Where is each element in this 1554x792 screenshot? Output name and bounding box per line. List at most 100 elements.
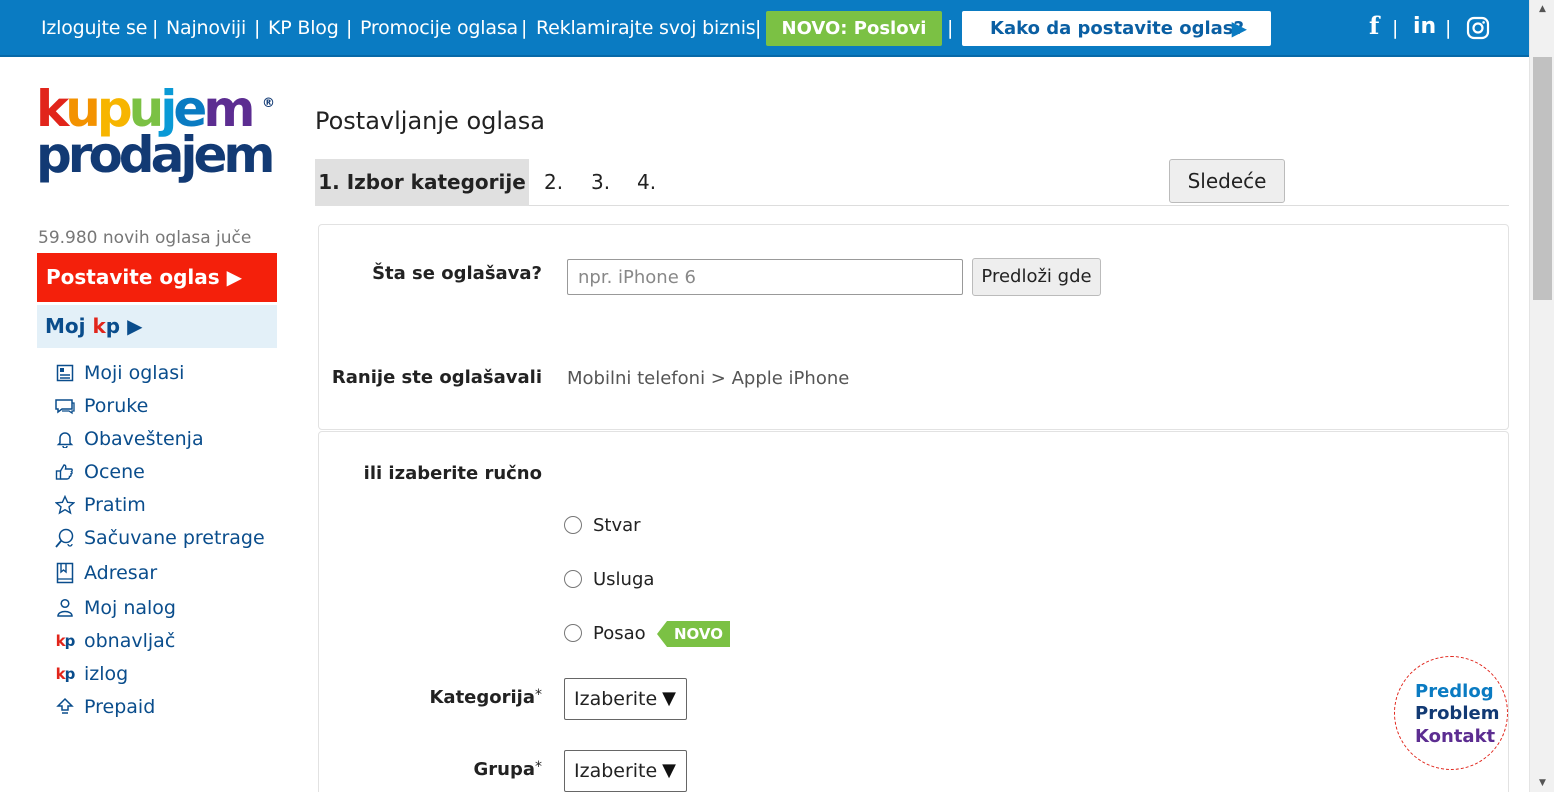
separator: | (755, 17, 762, 39)
star-icon (54, 494, 76, 516)
contact-link[interactable]: Kontakt (1415, 726, 1495, 747)
sidebar-item-label: Moji oglasi (84, 362, 185, 384)
page-scrollbar[interactable]: ▲ ▼ (1529, 0, 1554, 792)
sidebar-item-prepaid[interactable]: Prepaid (54, 693, 155, 721)
radio-job[interactable]: Posao (564, 621, 646, 645)
next-button[interactable]: Sledeće (1169, 159, 1285, 203)
sidebar-item-ratings[interactable]: Ocene (54, 458, 145, 486)
how-to-post-label: Kako da postavite oglas? (990, 18, 1244, 39)
address-book-icon (54, 562, 76, 584)
separator: | (254, 17, 261, 39)
kupujem-prodajem-logo[interactable]: kupujem prodajem ® (36, 84, 281, 190)
sidebar-item-label: Ocene (84, 461, 145, 483)
novo-jobs-button[interactable]: NOVO: Poslovi (766, 11, 942, 46)
sidebar-item-label: Adresar (84, 562, 158, 584)
choose-manually-label: ili izaberite ručno (363, 463, 542, 484)
what-label-wrap: Šta se oglašava? (318, 263, 542, 293)
ad-promotions-link[interactable]: Promocije oglasa (360, 17, 518, 39)
sidebar-item-label: Obaveštenja (84, 428, 204, 450)
thumbs-up-icon (54, 461, 76, 483)
select-value: Izaberite (574, 760, 658, 782)
kp-logo-icon: kp (55, 632, 76, 650)
group-label: Grupa* (473, 759, 543, 780)
sidebar-item-label: Sačuvane pretrage (84, 527, 265, 549)
select-value: Izaberite (574, 688, 658, 710)
separator: | (947, 17, 954, 39)
sidebar-item-notifications[interactable]: Obaveštenja (54, 425, 204, 453)
radio-label: Stvar (593, 514, 641, 536)
newest-link[interactable]: Najnoviji (166, 17, 246, 39)
registered-mark: ® (262, 96, 275, 111)
new-ads-count: 59.980 novih oglasa juče (38, 228, 252, 248)
required-mark: * (535, 759, 542, 775)
step-tabs: 1. Izbor kategorije 2. 3. 4. Sledeće (315, 159, 1509, 206)
scroll-up-icon[interactable]: ▲ (1530, 4, 1554, 14)
sidebar-item-label: Moj nalog (84, 597, 176, 619)
sidebar-item-my-account[interactable]: Moj nalog (54, 594, 176, 622)
my-ads-icon (54, 362, 76, 384)
feedback-widget[interactable]: Predlog Problem Kontakt (1394, 656, 1508, 770)
search-input[interactable] (567, 259, 963, 295)
new-badge: NOVO (657, 621, 730, 647)
problem-link[interactable]: Problem (1415, 703, 1499, 724)
radio-button[interactable] (564, 624, 582, 642)
separator: | (152, 17, 159, 39)
separator: | (346, 17, 353, 39)
facebook-icon[interactable]: f (1369, 11, 1379, 40)
sidebar-item-label: Poruke (84, 395, 149, 417)
my-kp-button[interactable]: Moj kp ▶ (37, 305, 277, 348)
group-select[interactable]: Izaberite ▼ (564, 750, 687, 792)
tab-step-2[interactable]: 2. (544, 159, 563, 206)
sidebar-item-label: Prepaid (84, 696, 156, 718)
suggestion-link[interactable]: Predlog (1415, 681, 1494, 702)
scroll-thumb[interactable] (1533, 57, 1552, 300)
sidebar-item-label: Pratim (84, 494, 146, 516)
manual-label-wrap: ili izaberite ručno (318, 463, 542, 493)
radio-button[interactable] (564, 516, 582, 534)
logout-link[interactable]: Izlogujte se (41, 17, 147, 39)
sidebar-item-saved-searches[interactable]: Sačuvane pretrage (54, 524, 265, 552)
sidebar-item-label: izlog (84, 663, 129, 685)
tab-step-4[interactable]: 4. (637, 159, 656, 206)
advertise-business-link[interactable]: Reklamirajte svoj biznis (536, 17, 756, 39)
sidebar-item-my-ads[interactable]: Moji oglasi (54, 359, 184, 387)
category-label: Kategorija* (429, 687, 542, 708)
play-arrow-icon: ▶ (120, 314, 143, 338)
search-panel (318, 224, 1509, 430)
radio-button[interactable] (564, 570, 582, 588)
group-label-wrap: Grupa* (318, 759, 543, 789)
radio-service[interactable]: Usluga (564, 567, 654, 591)
separator: | (521, 17, 528, 39)
category-select[interactable]: Izaberite ▼ (564, 678, 687, 720)
kp-blog-link[interactable]: KP Blog (268, 17, 339, 39)
sidebar-item-following[interactable]: Pratim (54, 491, 146, 519)
linkedin-icon[interactable]: in (1413, 14, 1436, 39)
top-navigation-bar: Izlogujte se | Najnoviji | KP Blog | Pro… (0, 0, 1529, 57)
category-label-wrap: Kategorija* (318, 687, 542, 717)
separator: | (1445, 17, 1452, 39)
suggest-button[interactable]: Predloži gde (972, 258, 1101, 296)
kp-k-letter: k (92, 314, 106, 338)
previous-category-link[interactable]: Mobilni telefoni > Apple iPhone (567, 368, 849, 389)
saved-search-icon (54, 527, 76, 549)
page-title: Postavljanje oglasa (315, 107, 545, 135)
kp-logo-icon: kp (55, 665, 76, 683)
scroll-down-icon[interactable]: ▼ (1530, 778, 1554, 788)
how-to-post-button[interactable]: Kako da postavite oglas? ▶ (962, 11, 1271, 46)
user-icon (54, 597, 76, 619)
sidebar-item-renewer[interactable]: kp obnavljač (54, 627, 176, 655)
required-mark: * (535, 687, 542, 703)
my-kp-label: Moj (45, 314, 93, 338)
post-ad-button[interactable]: Postavite oglas ▶ (37, 253, 277, 302)
sidebar-item-showcase[interactable]: kp izlog (54, 660, 129, 688)
tab-step-1[interactable]: 1. Izbor kategorije (315, 159, 529, 206)
tab-step-3[interactable]: 3. (591, 159, 610, 206)
sidebar-item-address-book[interactable]: Adresar (54, 559, 157, 587)
previous-label-wrap: Ranije ste oglašavali (318, 367, 542, 397)
sidebar-item-messages[interactable]: Poruke (54, 392, 148, 420)
radio-item[interactable]: Stvar (564, 513, 641, 537)
instagram-icon[interactable] (1466, 16, 1490, 44)
what-advertised-label: Šta se oglašava? (372, 263, 542, 284)
sidebar-item-label: obnavljač (84, 630, 176, 652)
previously-advertised-label: Ranije ste oglašavali (331, 367, 542, 388)
